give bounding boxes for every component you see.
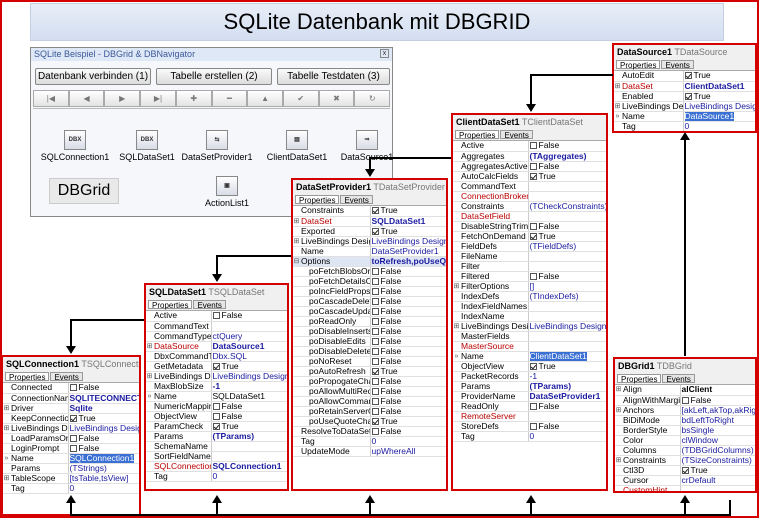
arrowheads [66, 74, 690, 503]
